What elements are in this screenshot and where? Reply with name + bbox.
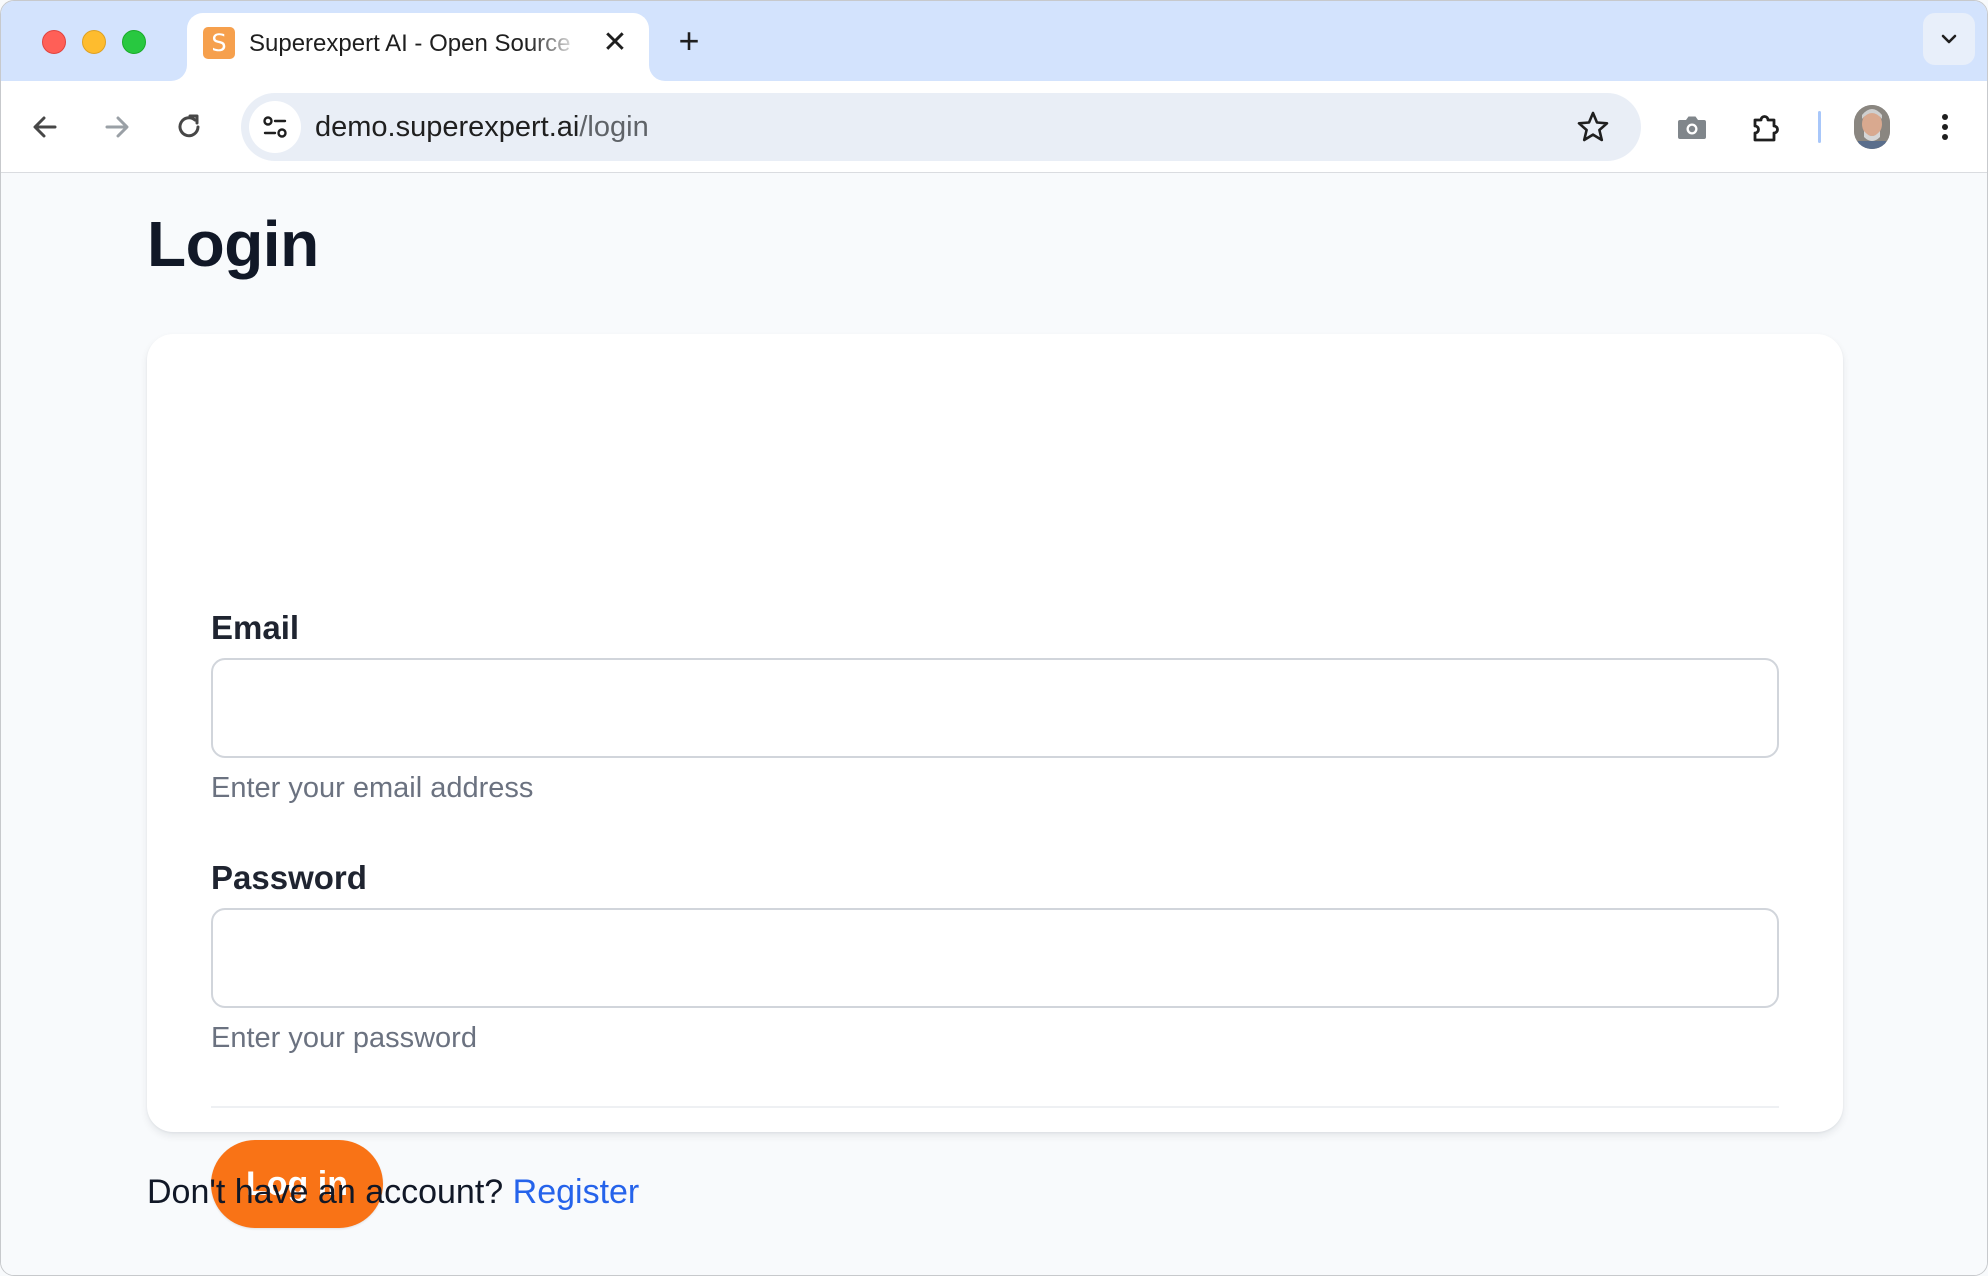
tab-close-icon[interactable]: ✕ — [599, 27, 631, 59]
browser-window: S Superexpert AI - Open Source ✕ + demo.… — [0, 0, 1988, 1276]
tab-title: Superexpert AI - Open Source — [249, 30, 571, 57]
browser-tab-active[interactable]: S Superexpert AI - Open Source ✕ — [187, 13, 649, 81]
form-divider — [211, 1106, 1779, 1108]
minimize-window-button[interactable] — [82, 30, 106, 54]
reload-button[interactable] — [167, 105, 211, 149]
password-label: Password — [211, 859, 367, 896]
site-info-button[interactable] — [249, 101, 301, 153]
tune-icon — [263, 116, 287, 138]
password-help-text: Enter your password — [211, 1022, 477, 1054]
url-host: demo.superexpert.ai — [315, 111, 580, 143]
chevron-down-icon — [1941, 34, 1957, 44]
register-prompt: Don't have an account? Register — [147, 1170, 639, 1214]
login-page: Login Email Enter your email address Pas… — [1, 174, 1987, 1275]
site-favicon-icon: S — [203, 27, 235, 59]
email-help-text: Enter your email address — [211, 772, 534, 804]
avatar-icon — [1854, 105, 1890, 149]
bookmark-button[interactable] — [1573, 107, 1613, 147]
email-label: Email — [211, 609, 300, 646]
arrow-right-icon — [105, 116, 129, 138]
maximize-window-button[interactable] — [122, 30, 146, 54]
more-vertical-icon — [1942, 114, 1948, 140]
screenshot-button[interactable] — [1668, 103, 1716, 151]
email-field[interactable] — [211, 658, 1779, 758]
password-field[interactable] — [211, 908, 1779, 1008]
star-icon — [1577, 111, 1609, 142]
address-bar[interactable]: demo.superexpert.ai/login — [241, 93, 1641, 161]
url-path: /login — [579, 111, 649, 143]
tab-search-button[interactable] — [1923, 13, 1975, 65]
browser-toolbar: demo.superexpert.ai/login — [1, 81, 1987, 173]
extensions-button[interactable] — [1742, 103, 1790, 151]
puzzle-icon — [1753, 115, 1779, 142]
url-text[interactable]: demo.superexpert.ai/login — [315, 109, 649, 145]
browser-menu-button[interactable] — [1921, 103, 1969, 151]
back-button[interactable] — [23, 105, 67, 149]
profile-avatar[interactable] — [1854, 105, 1890, 149]
reload-icon — [178, 114, 200, 138]
tab-strip: S Superexpert AI - Open Source ✕ + — [1, 1, 1987, 81]
forward-button[interactable] — [95, 105, 139, 149]
close-window-button[interactable] — [42, 30, 66, 54]
register-link[interactable]: Register — [513, 1173, 640, 1211]
arrow-left-icon — [33, 116, 57, 138]
register-prompt-text: Don't have an account? — [147, 1173, 504, 1211]
toolbar-divider — [1818, 111, 1821, 143]
login-form: Email Enter your email address Password … — [147, 334, 1843, 1228]
new-tab-button[interactable]: + — [669, 21, 709, 61]
page-title: Login — [147, 208, 319, 280]
camera-icon — [1678, 116, 1706, 139]
